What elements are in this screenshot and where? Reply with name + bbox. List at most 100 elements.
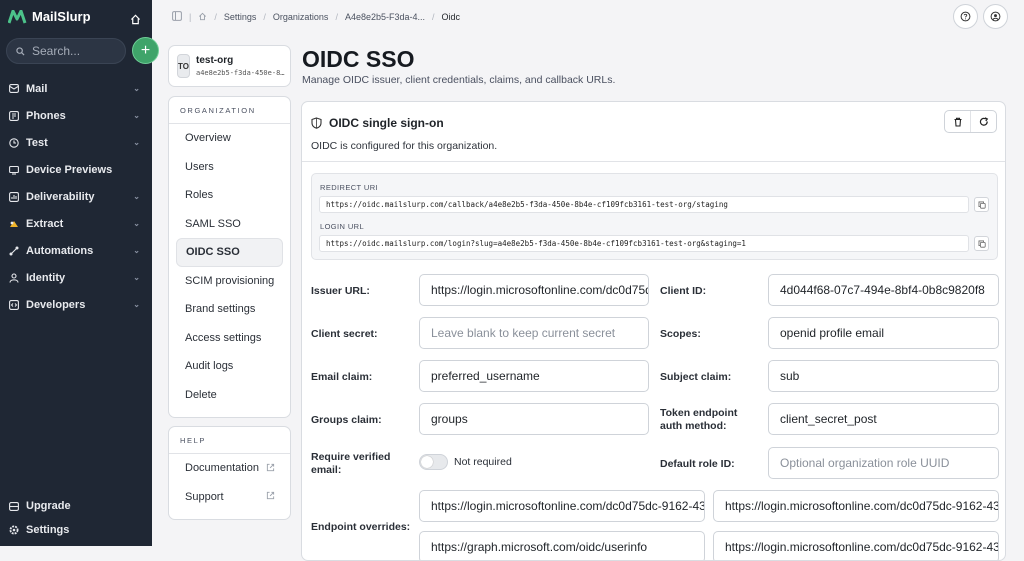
copy-icon [978, 201, 986, 209]
toggle-knob [421, 456, 433, 468]
user-icon [990, 11, 1001, 22]
sidebar-item-settings[interactable]: Settings [0, 518, 152, 542]
sidebar-item-developers[interactable]: Developers ⌄ [0, 291, 152, 318]
menu-item-access-settings[interactable]: Access settings [176, 324, 283, 353]
breadcrumb-current: Oidc [441, 12, 461, 22]
menu-item-roles[interactable]: Roles [176, 181, 283, 210]
test-icon [9, 137, 19, 148]
sidebar-item-mail[interactable]: Mail ⌄ [0, 75, 152, 102]
org-switcher[interactable]: TO test-org a4e8e2b5-f3da-450e-8b4e-cf10… [168, 45, 291, 87]
sidebar-item-upgrade[interactable]: Upgrade [0, 494, 152, 518]
copy-redirect-uri-button[interactable] [974, 197, 989, 212]
refresh-icon [979, 116, 988, 126]
menu-item-oidc-sso[interactable]: OIDC SSO [176, 238, 283, 267]
subject-claim-label: Subject claim: [660, 371, 732, 383]
menu-item-label: SCIM provisioning [185, 274, 275, 287]
home-button[interactable] [126, 10, 144, 28]
redirect-uri-label: REDIRECT URI [320, 183, 378, 192]
menu-item-audit-logs[interactable]: Audit logs [176, 352, 283, 381]
brand-logo[interactable]: MailSlurp [8, 9, 91, 24]
refresh-button[interactable] [971, 111, 996, 132]
callback-urls-panel: REDIRECT URI https://oidc.mailslurp.com/… [311, 173, 998, 260]
help-button[interactable] [953, 4, 978, 29]
breadcrumb-home-icon[interactable] [198, 12, 207, 23]
help-item-label: Support [185, 490, 224, 503]
email-claim-field[interactable]: preferred_username [419, 360, 649, 392]
scopes-field[interactable]: openid profile email [768, 317, 999, 349]
scopes-label: Scopes: [660, 328, 701, 340]
org-name: test-org [196, 55, 234, 66]
search-input[interactable]: Search... [6, 38, 126, 64]
mailslurp-logo-icon [8, 9, 27, 23]
breadcrumb-settings[interactable]: Settings [224, 12, 257, 22]
sidebar-item-deliverability[interactable]: Deliverability ⌄ [0, 183, 152, 210]
groups-claim-field[interactable]: groups [419, 403, 649, 435]
card-actions [944, 110, 997, 133]
endpoint-overrides-label: Endpoint overrides: [311, 521, 411, 533]
sidebar-item-label: Upgrade [26, 500, 71, 512]
automation-icon [9, 246, 19, 256]
copy-login-url-button[interactable] [974, 236, 989, 251]
sidebar-toggle-icon[interactable] [172, 11, 182, 23]
subject-claim-field[interactable]: sub [768, 360, 999, 392]
token-auth-field[interactable]: client_secret_post [768, 403, 999, 435]
default-role-field[interactable]: Optional organization role UUID [768, 447, 999, 479]
help-item-label: Documentation [185, 462, 259, 475]
menu-item-scim-provisioning[interactable]: SCIM provisioning [176, 267, 283, 296]
menu-heading: HELP [169, 427, 290, 454]
client-id-label: Client ID: [660, 285, 707, 297]
authorization-endpoint-field[interactable]: https://login.microsoftonline.com/dc0d75… [419, 490, 705, 522]
delete-button[interactable] [945, 111, 971, 132]
verified-email-toggle[interactable] [419, 454, 448, 470]
upgrade-icon [9, 501, 19, 511]
client-secret-field[interactable]: Leave blank to keep current secret [419, 317, 649, 349]
device-icon [9, 165, 19, 175]
menu-item-brand-settings[interactable]: Brand settings [176, 295, 283, 324]
sidebar-item-label: Phones [26, 109, 66, 122]
create-button[interactable]: + [132, 37, 159, 64]
sidebar-bottom: Upgrade Settings [0, 494, 152, 542]
trash-icon [954, 117, 961, 127]
home-icon [130, 14, 140, 24]
verified-email-label: Require verified email: [311, 451, 391, 476]
menu-item-delete[interactable]: Delete [176, 381, 283, 410]
jwks-endpoint-field[interactable]: https://login.microsoftonline.com/dc0d75… [713, 531, 999, 560]
menu-item-label: Roles [185, 189, 214, 202]
sidebar-item-phones[interactable]: Phones ⌄ [0, 102, 152, 129]
organization-menu-items: Overview Users Roles SAML SSO OIDC SSO SCIM p… [169, 124, 290, 409]
menu-item-saml-sso[interactable]: SAML SSO [176, 210, 283, 239]
login-url-value[interactable]: https://oidc.mailslurp.com/login?slug=a4… [319, 235, 969, 252]
menu-item-overview[interactable]: Overview [176, 124, 283, 153]
sidebar-item-label: Settings [26, 524, 70, 536]
userinfo-endpoint-field[interactable]: https://graph.microsoft.com/oidc/userinf… [419, 531, 705, 560]
account-button[interactable] [983, 4, 1008, 29]
sidebar-item-label: Developers [26, 298, 86, 311]
redirect-uri-value[interactable]: https://oidc.mailslurp.com/callback/a4e8… [319, 196, 969, 213]
sidebar-nav: Mail ⌄ Phones ⌄ Test ⌄ Device Previews D… [0, 75, 152, 318]
page-title: OIDC SSO [302, 46, 415, 72]
sidebar-item-identity[interactable]: Identity ⌄ [0, 264, 152, 291]
menu-item-users[interactable]: Users [176, 153, 283, 182]
help-item-documentation[interactable]: Documentation [176, 454, 283, 483]
chevron-down-icon: ⌄ [133, 138, 140, 147]
sidebar-item-extract[interactable]: Extract ⌄ [0, 210, 152, 237]
breadcrumb-separator: | [189, 12, 192, 22]
client-id-field[interactable]: 4d044f68-07c7-494e-8bf4-0b8c9820f8 [768, 274, 999, 306]
breadcrumb-organizations[interactable]: Organizations [273, 12, 329, 22]
sidebar-item-label: Mail [26, 82, 48, 95]
sidebar-item-test[interactable]: Test ⌄ [0, 129, 152, 156]
sidebar-item-automations[interactable]: Automations ⌄ [0, 237, 152, 264]
help-item-support[interactable]: Support [176, 483, 283, 512]
card-header: OIDC single sign-on OIDC is configured f… [302, 102, 1005, 162]
shield-icon [311, 116, 322, 134]
sidebar-item-device-previews[interactable]: Device Previews [0, 156, 152, 183]
menu-heading: ORGANIZATION [169, 97, 290, 124]
breadcrumb-org[interactable]: A4e8e2b5-F3da-4... [345, 12, 425, 22]
token-endpoint-field[interactable]: https://login.microsoftonline.com/dc0d75… [713, 490, 999, 522]
menu-item-label: Access settings [185, 331, 262, 344]
token-auth-label: Token endpoint auth method: [660, 407, 738, 432]
sidebar-item-label: Extract [26, 217, 64, 230]
default-role-label: Default role ID: [660, 458, 735, 470]
issuer-url-field[interactable]: https://login.microsoftonline.com/dc0d75… [419, 274, 649, 306]
sidebar-item-label: Test [26, 136, 48, 149]
